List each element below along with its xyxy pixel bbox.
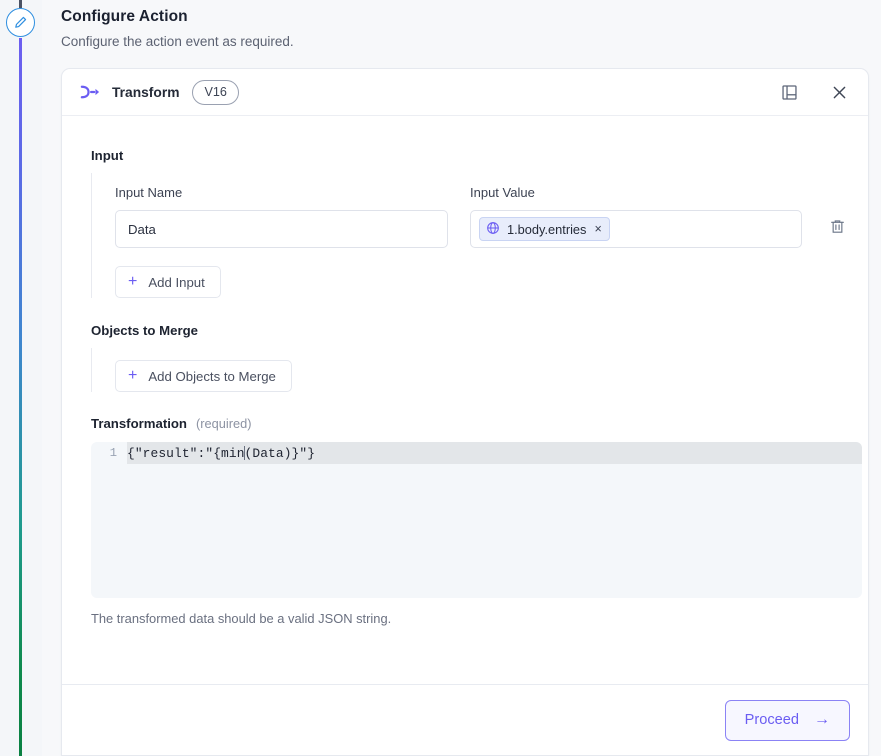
input-name-value: Data <box>128 221 156 237</box>
step-rail <box>0 0 42 756</box>
variable-chip[interactable]: 1.body.entries × <box>479 217 610 241</box>
page-header: Configure Action Configure the action ev… <box>61 8 761 49</box>
variable-chip-label: 1.body.entries <box>507 221 587 237</box>
merge-group: + Add Objects to Merge <box>91 348 850 392</box>
card-footer: Proceed → <box>62 684 868 755</box>
transformation-code-editor[interactable]: 1 {"result":"{min (Data)}"} <box>91 442 862 598</box>
proceed-button[interactable]: Proceed → <box>724 699 850 741</box>
transformation-hint: The transformed data should be a valid J… <box>91 611 392 626</box>
input-value-column: Input Value 1.body.entries × <box>470 185 802 248</box>
add-input-button[interactable]: + Add Input <box>115 266 221 298</box>
input-value-label: Input Value <box>470 185 535 200</box>
pencil-edit-icon <box>13 15 28 30</box>
code-line-content[interactable]: {"result":"{min (Data)}"} <box>127 442 862 464</box>
rail-line-top <box>19 0 22 8</box>
card-brand: Transform <box>79 81 179 103</box>
close-icon[interactable] <box>824 77 854 107</box>
page-subtitle: Configure the action event as required. <box>61 34 294 49</box>
rail-connector-line <box>19 38 22 756</box>
trash-icon <box>829 218 846 240</box>
card-brand-name: Transform <box>112 84 180 100</box>
variable-chip-remove-icon[interactable]: × <box>593 223 601 236</box>
plus-icon: + <box>128 367 138 384</box>
input-name-label: Input Name <box>115 185 183 200</box>
transformation-heading: Transformation <box>91 416 187 431</box>
add-objects-to-merge-button[interactable]: + Add Objects to Merge <box>115 360 292 392</box>
transform-arrow-icon <box>79 81 101 103</box>
transformation-heading-row: Transformation (required) <box>91 416 850 431</box>
code-after-caret: (Data)}"} <box>244 445 316 461</box>
card-body: Input Input Name Data Input Value 1.body… <box>62 116 868 732</box>
input-name-column: Input Name Data <box>115 185 448 248</box>
input-group: Input Name Data Input Value 1.body.entri… <box>91 173 850 298</box>
page-title: Configure Action <box>61 8 188 25</box>
globe-icon <box>486 221 500 238</box>
step-edit-badge[interactable] <box>6 8 35 37</box>
add-input-label: Add Input <box>148 274 205 290</box>
code-line-number: 1 <box>109 446 117 460</box>
delete-input-row-button[interactable] <box>824 216 850 242</box>
required-tag: (required) <box>196 416 252 431</box>
input-row: Input Name Data Input Value 1.body.entri… <box>115 185 850 248</box>
arrow-right-icon: → <box>814 711 830 728</box>
add-objects-to-merge-label: Add Objects to Merge <box>148 368 276 384</box>
input-value-field[interactable]: 1.body.entries × <box>470 210 802 248</box>
input-name-field[interactable]: Data <box>115 210 448 248</box>
merge-section-heading: Objects to Merge <box>91 323 198 338</box>
code-line: 1 {"result":"{min (Data)}"} <box>91 442 862 464</box>
plus-icon: + <box>128 273 138 290</box>
proceed-label: Proceed <box>744 712 799 728</box>
docs-book-icon[interactable] <box>774 77 804 107</box>
input-section-heading: Input <box>91 148 124 163</box>
code-before-caret: {"result":"{min <box>127 445 245 461</box>
configure-action-card: Transform V16 Input Input Name Data Inpu… <box>61 68 869 756</box>
version-badge[interactable]: V16 <box>192 79 239 105</box>
card-header: Transform V16 <box>62 69 868 116</box>
